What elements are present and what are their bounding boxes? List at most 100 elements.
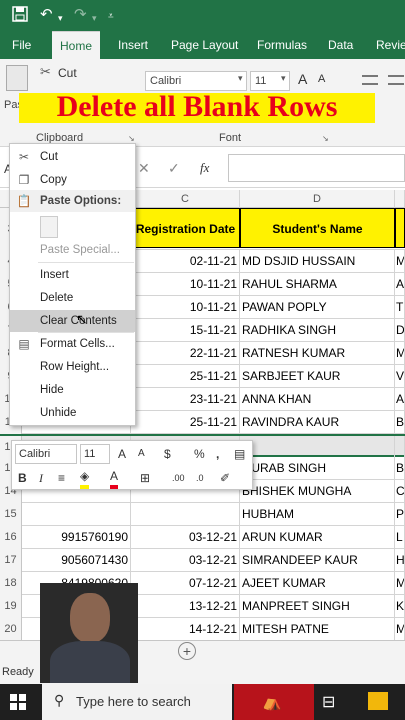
align-center-icon[interactable]: ≡: [58, 469, 65, 487]
cell-registration-date[interactable]: 02-11-21: [131, 250, 240, 273]
chevron-down-icon[interactable]: ▾: [281, 73, 286, 84]
cell-e[interactable]: L: [395, 526, 405, 549]
formula-input[interactable]: [228, 154, 405, 182]
cell-student-name[interactable]: ANNA KHAN: [240, 388, 395, 411]
shrink-font-icon[interactable]: A: [138, 445, 145, 463]
cell-registration-date[interactable]: 25-11-21: [131, 365, 240, 388]
cell-student-name[interactable]: RADHIKA SINGH: [240, 319, 395, 342]
tab-review[interactable]: Review: [376, 31, 405, 59]
cell-e[interactable]: T: [395, 296, 405, 319]
row-number[interactable]: 19: [0, 595, 22, 618]
cell-registration-date[interactable]: 03-12-21: [131, 549, 240, 572]
cell-registration-date[interactable]: 25-11-21: [131, 411, 240, 434]
header-students-name[interactable]: Student's Name: [240, 208, 395, 248]
grow-font-icon[interactable]: A: [298, 71, 307, 87]
increase-decimal-icon[interactable]: .00: [172, 469, 185, 487]
undo-dropdown-icon[interactable]: ▾: [58, 9, 63, 27]
cell-registration-date[interactable]: 07-12-21: [131, 572, 240, 595]
cell-registration-date[interactable]: 13-12-21: [131, 595, 240, 618]
menu-item-format-cells[interactable]: ▤ Format Cells...: [10, 333, 135, 355]
cell-student-name[interactable]: RAVINDRA KAUR: [240, 411, 395, 434]
cell-e[interactable]: M: [395, 618, 405, 640]
menu-item-hide[interactable]: Hide: [10, 379, 135, 401]
cell-student-name[interactable]: HUBHAM: [240, 503, 395, 526]
column-header-d[interactable]: D: [240, 190, 395, 208]
dialog-launcher-icon[interactable]: ↘: [128, 134, 135, 143]
align-icon[interactable]: [362, 75, 378, 85]
cell-student-name[interactable]: PAWAN POPLY: [240, 296, 395, 319]
font-color-icon[interactable]: A: [110, 467, 119, 489]
comma-style-icon[interactable]: ,: [216, 445, 219, 463]
cell-registration-date[interactable]: 22-11-21: [131, 342, 240, 365]
menu-item-paste-special[interactable]: Paste Special...: [10, 239, 135, 261]
row-number[interactable]: 18: [0, 572, 22, 595]
cell-e[interactable]: P: [395, 503, 405, 526]
taskbar-search[interactable]: ⚲ Type here to search: [42, 684, 232, 720]
row-number[interactable]: 15: [0, 503, 22, 526]
cell-registration-date[interactable]: 03-12-21: [131, 526, 240, 549]
cell-registration-date[interactable]: 10-11-21: [131, 296, 240, 319]
menu-item-delete[interactable]: Delete: [10, 287, 135, 309]
file-explorer-icon[interactable]: [368, 692, 388, 710]
tab-formulas[interactable]: Formulas: [257, 31, 307, 59]
row-number[interactable]: 20: [0, 618, 22, 640]
cell-e[interactable]: M: [395, 572, 405, 595]
cell-e[interactable]: A: [395, 273, 405, 296]
add-sheet-button[interactable]: +: [178, 642, 196, 660]
menu-item-copy[interactable]: ❐ Copy: [10, 169, 135, 191]
cell-registration-date[interactable]: 10-11-21: [131, 273, 240, 296]
italic-button[interactable]: I: [39, 469, 43, 487]
cell-e[interactable]: [395, 436, 405, 459]
chevron-down-icon[interactable]: ▾: [238, 73, 243, 84]
function-icon[interactable]: fx: [200, 160, 209, 176]
cell-registration-date[interactable]: 23-11-21: [131, 388, 240, 411]
column-header-c[interactable]: C: [131, 190, 240, 208]
undo-icon[interactable]: ↶: [40, 6, 53, 24]
header-cell-e[interactable]: [395, 208, 405, 248]
enter-icon[interactable]: ✓: [168, 160, 180, 177]
bold-button[interactable]: B: [18, 469, 27, 487]
cell-e[interactable]: M: [395, 342, 405, 365]
cell-mobile[interactable]: [52, 503, 131, 526]
row-number[interactable]: 16: [0, 526, 22, 549]
cell-mobile[interactable]: 9056071430: [52, 549, 131, 572]
header-registration-date[interactable]: Registration Date: [131, 208, 240, 248]
cut-label[interactable]: Cut: [58, 66, 77, 80]
cell-student-name[interactable]: MANPREET SINGH: [240, 595, 395, 618]
mini-font-size[interactable]: 11: [80, 444, 110, 464]
cell-student-name[interactable]: AJEET KUMAR: [240, 572, 395, 595]
cell-e[interactable]: H: [395, 549, 405, 572]
cell-e[interactable]: C: [395, 480, 405, 503]
cell-student-name[interactable]: OURAB SINGH: [240, 457, 395, 480]
tab-insert[interactable]: Insert: [118, 31, 148, 59]
menu-item-insert[interactable]: Insert: [10, 264, 135, 286]
redo-icon[interactable]: ↷: [74, 6, 87, 24]
cell-e[interactable]: K: [395, 595, 405, 618]
cell-e[interactable]: V: [395, 365, 405, 388]
column-header-e[interactable]: [395, 190, 405, 208]
cell-student-name[interactable]: MITESH PATNE: [240, 618, 395, 640]
cell-e[interactable]: A: [395, 388, 405, 411]
cell-student-name[interactable]: RAHUL SHARMA: [240, 273, 395, 296]
row-number[interactable]: 17: [0, 549, 22, 572]
menu-item-unhide[interactable]: Unhide: [10, 402, 135, 424]
menu-item-cut[interactable]: ✂ Cut: [10, 146, 135, 168]
cell-student-name[interactable]: [240, 436, 395, 459]
cell-e[interactable]: M: [395, 250, 405, 273]
taskbar-app-thumbnail[interactable]: ⛺: [234, 684, 314, 720]
align-icon[interactable]: [388, 75, 404, 85]
paste-option-icon[interactable]: [40, 216, 58, 238]
grow-font-icon[interactable]: A: [118, 445, 126, 463]
cell-student-name[interactable]: SIMRANDEEP KAUR: [240, 549, 395, 572]
cell-e[interactable]: D: [395, 319, 405, 342]
currency-icon[interactable]: $: [164, 445, 171, 463]
shrink-font-icon[interactable]: A: [318, 73, 325, 85]
tab-data[interactable]: Data: [328, 31, 353, 59]
cell-registration-date[interactable]: 15-11-21: [131, 319, 240, 342]
clear-format-icon[interactable]: ✐: [220, 469, 230, 487]
cell-student-name[interactable]: BHISHEK MUNGHA: [240, 480, 395, 503]
tab-home[interactable]: Home: [52, 31, 101, 59]
cell-registration-date[interactable]: 14-12-21: [131, 618, 240, 640]
task-view-icon[interactable]: ⊟: [322, 692, 335, 712]
save-icon[interactable]: [12, 6, 28, 27]
